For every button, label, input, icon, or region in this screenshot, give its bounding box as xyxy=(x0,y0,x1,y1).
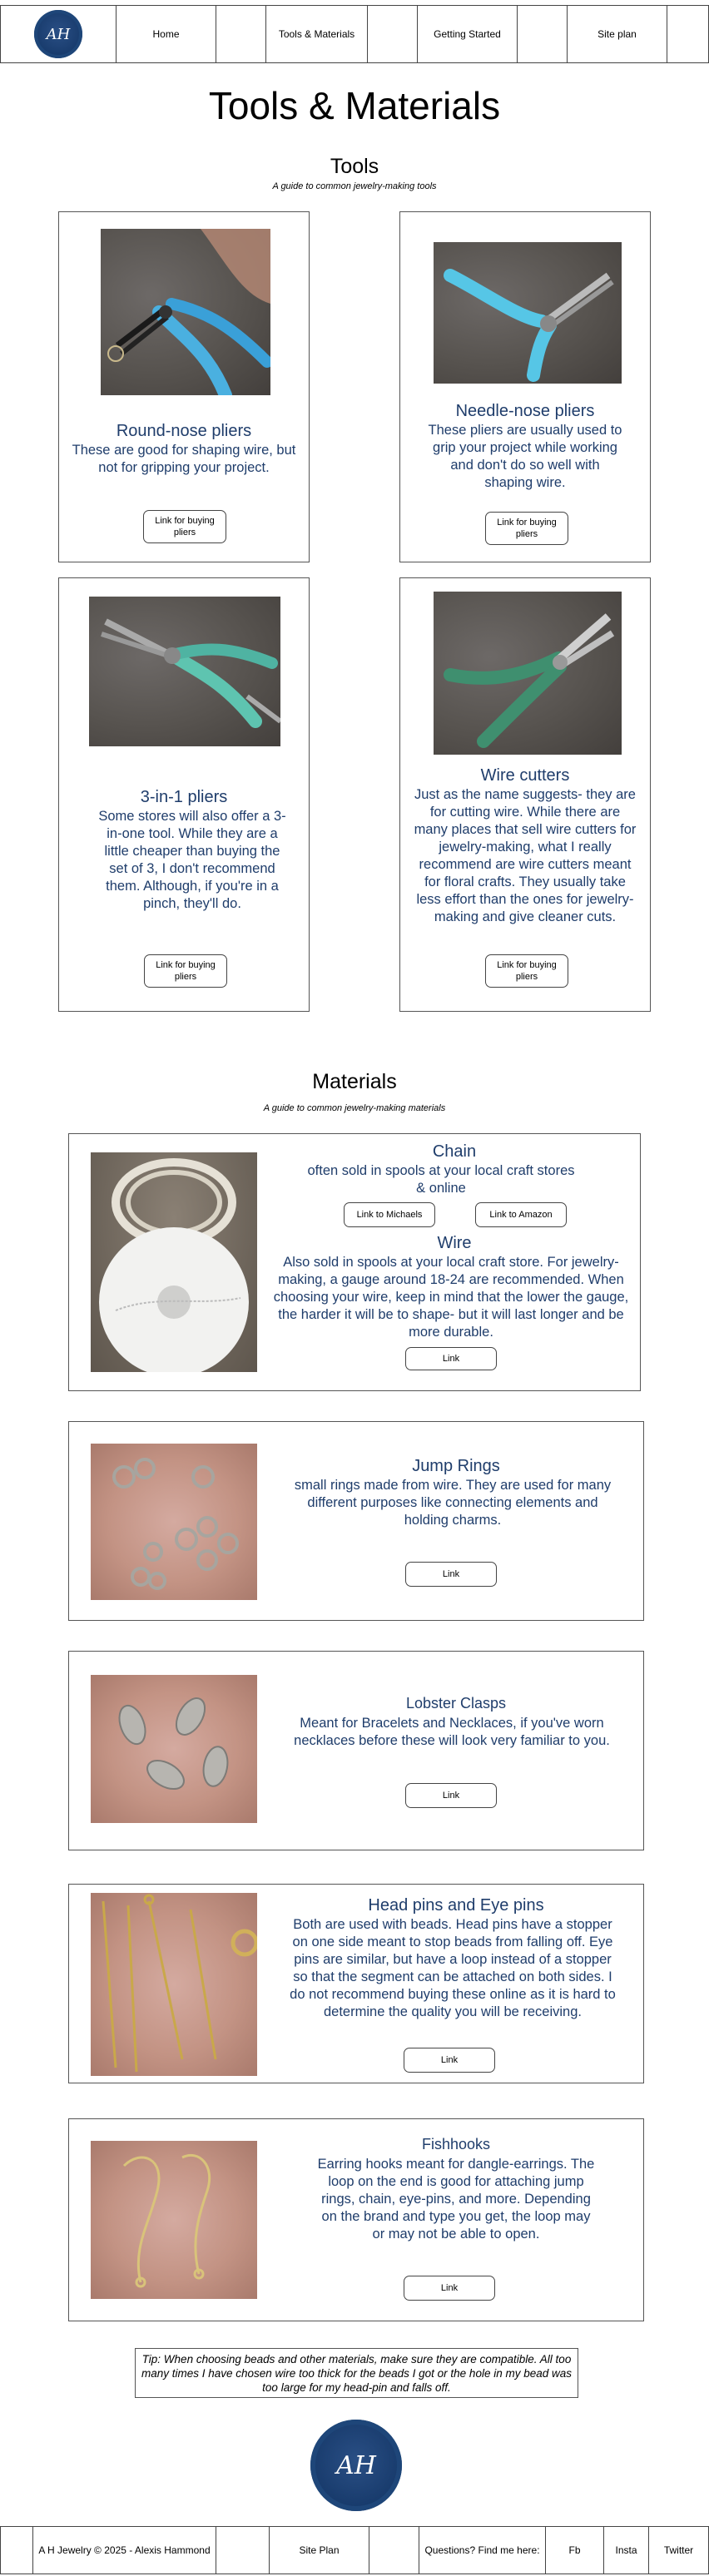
nav-home[interactable]: Home xyxy=(117,6,216,62)
fishhooks-link-button[interactable]: Link xyxy=(404,2276,495,2301)
buy-pliers-button[interactable]: Link for buying pliers xyxy=(143,510,226,543)
tool-description: These are good for shaping wire, but not… xyxy=(72,443,296,475)
nav-home-label: Home xyxy=(152,28,180,40)
wire-link-button[interactable]: Link xyxy=(405,1347,497,1370)
lobster-clasps-link-button[interactable]: Link xyxy=(405,1783,497,1808)
nav-getting-started-label: Getting Started xyxy=(434,28,501,40)
round-nose-pliers-photo xyxy=(101,229,270,395)
chain-wire-photo xyxy=(91,1152,257,1372)
footer-copyright: A H Jewelry © 2025 - Alexis Hammond xyxy=(33,2527,216,2574)
logo[interactable]: AH xyxy=(34,10,82,58)
nav-spacer xyxy=(216,6,266,62)
head-pins-link-button[interactable]: Link xyxy=(404,2048,495,2073)
material-card-head-pins: Head pins and Eye pins Both are used wit… xyxy=(68,1884,644,2083)
chain-name: Chain xyxy=(432,1142,477,1161)
nav-spacer xyxy=(667,6,709,62)
nav-site-plan[interactable]: Site plan xyxy=(568,6,667,62)
tool-card-round-nose: Round-nose pliers These are good for sha… xyxy=(58,211,310,562)
footer-site-plan[interactable]: Site Plan xyxy=(270,2527,369,2574)
nav-tools-materials[interactable]: Tools & Materials xyxy=(266,6,368,62)
tip-box: Tip: When choosing beads and other mater… xyxy=(135,2348,578,2398)
lobster-clasps-description: Meant for Bracelets and Necklaces, if yo… xyxy=(294,1716,610,1748)
tools-title: Tools xyxy=(330,155,379,178)
nav-tools-materials-label: Tools & Materials xyxy=(278,28,355,40)
lobster-clasps-name: Lobster Clasps xyxy=(405,1695,507,1712)
top-nav: AH Home Tools & Materials Getting Starte… xyxy=(0,5,709,63)
footer-link-insta[interactable]: Insta xyxy=(604,2527,649,2574)
tool-description: These pliers are usually used to grip yo… xyxy=(428,423,622,490)
three-in-one-pliers-photo xyxy=(89,597,280,746)
page-title: Tools & Materials xyxy=(208,84,501,127)
head-pins-name: Head pins and Eye pins xyxy=(368,1896,544,1915)
nav-site-plan-label: Site plan xyxy=(597,28,637,40)
footer-spacer xyxy=(216,2527,270,2574)
jump-rings-name: Jump Rings xyxy=(412,1457,500,1475)
fishhooks-description: Earring hooks meant for dangle-earrings.… xyxy=(317,2157,595,2242)
tool-card-3-in-1: 3-in-1 pliers Some stores will also offe… xyxy=(58,577,310,1012)
tool-name: Wire cutters xyxy=(480,766,570,785)
tool-description: Some stores will also offer a 3-in-one t… xyxy=(98,809,286,911)
head-pins-description: Both are used with beads. Head pins have… xyxy=(290,1917,616,2019)
fishhooks-name: Fishhooks xyxy=(421,2136,491,2152)
nav-getting-started[interactable]: Getting Started xyxy=(418,6,518,62)
tools-subtitle: A guide to common jewelry-making tools xyxy=(272,181,437,191)
footer-spacer xyxy=(0,2527,33,2574)
wire-name: Wire xyxy=(437,1234,472,1252)
logo-text: AH xyxy=(46,25,71,43)
footer: A H Jewelry © 2025 - Alexis Hammond Site… xyxy=(0,2526,709,2574)
wire-cutters-photo xyxy=(434,592,622,755)
tool-card-wire-cutters: Wire cutters Just as the name suggests- … xyxy=(399,577,651,1012)
footer-spacer xyxy=(369,2527,419,2574)
lobster-clasps-photo xyxy=(91,1675,257,1823)
chain-description: often sold in spools at your local craft… xyxy=(307,1163,575,1196)
footer-logo-text: AH xyxy=(336,2450,376,2480)
head-pins-photo xyxy=(91,1893,257,2076)
needle-nose-pliers-photo xyxy=(434,242,622,384)
material-card-chain-wire: Chain often sold in spools at your local… xyxy=(68,1133,641,1391)
tool-card-needle-nose: Needle-nose pliers These pliers are usua… xyxy=(399,211,651,562)
footer-link-twitter[interactable]: Twitter xyxy=(649,2527,709,2574)
nav-spacer xyxy=(518,6,568,62)
nav-spacer xyxy=(368,6,418,62)
tool-description: Just as the name suggests- they are for … xyxy=(414,787,637,924)
footer-logo: AH xyxy=(310,2420,402,2511)
jump-rings-description: small rings made from wire. They are use… xyxy=(294,1478,612,1528)
tool-name: 3-in-1 pliers xyxy=(140,788,228,806)
link-to-amazon-button[interactable]: Link to Amazon xyxy=(475,1202,567,1227)
tool-name: Needle-nose pliers xyxy=(455,402,595,420)
footer-questions: Questions? Find me here: xyxy=(419,2527,546,2574)
jump-rings-link-button[interactable]: Link xyxy=(405,1562,497,1587)
tool-name: Round-nose pliers xyxy=(116,422,252,440)
fishhooks-photo xyxy=(91,2141,257,2299)
material-card-fishhooks: Fishhooks Earring hooks meant for dangle… xyxy=(68,2118,644,2321)
buy-pliers-button[interactable]: Link for buying pliers xyxy=(144,954,227,988)
wire-description: Also sold in spools at your local craft … xyxy=(273,1255,629,1340)
jump-rings-photo xyxy=(91,1444,257,1600)
material-card-jump-rings: Jump Rings small rings made from wire. T… xyxy=(68,1421,644,1621)
footer-link-fb[interactable]: Fb xyxy=(546,2527,604,2574)
nav-logo-cell: AH xyxy=(0,6,117,62)
materials-title: Materials xyxy=(312,1070,397,1093)
buy-pliers-button[interactable]: Link for buying pliers xyxy=(485,512,568,545)
materials-subtitle: A guide to common jewelry-making materia… xyxy=(263,1103,446,1113)
material-card-lobster-clasps: Lobster Clasps Meant for Bracelets and N… xyxy=(68,1651,644,1850)
link-to-michaels-button[interactable]: Link to Michaels xyxy=(344,1202,435,1227)
buy-pliers-button[interactable]: Link for buying pliers xyxy=(485,954,568,988)
